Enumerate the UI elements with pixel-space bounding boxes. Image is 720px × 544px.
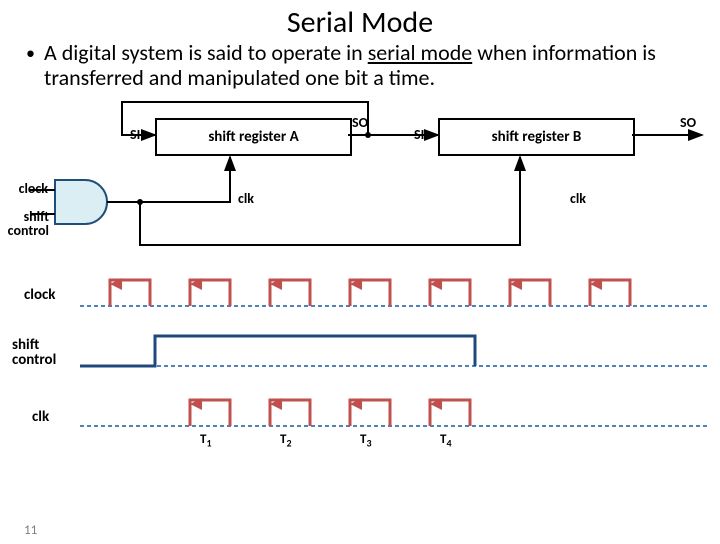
bullet-icon: •: [26, 43, 35, 63]
page-title: Serial Mode: [0, 4, 720, 41]
register-a-box: shift register A: [155, 118, 352, 156]
timing-label-clock: clock: [24, 286, 56, 304]
description-text: • A digital system is said to operate in…: [44, 41, 696, 90]
timing-diagram: clock shift control clk T1 T2 T3 T4: [0, 270, 720, 470]
tick-t1: T1: [200, 432, 212, 450]
label-so-b: SO: [680, 114, 696, 131]
desc-prefix: A digital system is said to operate in: [44, 39, 368, 66]
timing-label-shift-control: shift control: [12, 338, 72, 368]
register-b-box: shift register B: [438, 118, 635, 156]
timing-label-clk: clk: [32, 408, 49, 426]
label-clk-b: clk: [570, 190, 586, 207]
tick-t2: T2: [280, 432, 292, 450]
tick-t3: T3: [360, 432, 372, 450]
slide-number: 11: [24, 523, 37, 538]
label-clock-input: clock: [0, 180, 48, 197]
label-shift-control-input: shift control: [0, 210, 49, 238]
label-clk-a: clk: [238, 190, 254, 207]
label-si-a: SI: [130, 126, 140, 143]
tick-t4: T4: [440, 432, 452, 450]
block-diagram: shift register A shift register B SI SO …: [0, 90, 720, 270]
label-so-a: SO: [352, 114, 368, 131]
desc-underlined: serial mode: [368, 39, 473, 66]
label-si-b: SI: [414, 126, 424, 143]
